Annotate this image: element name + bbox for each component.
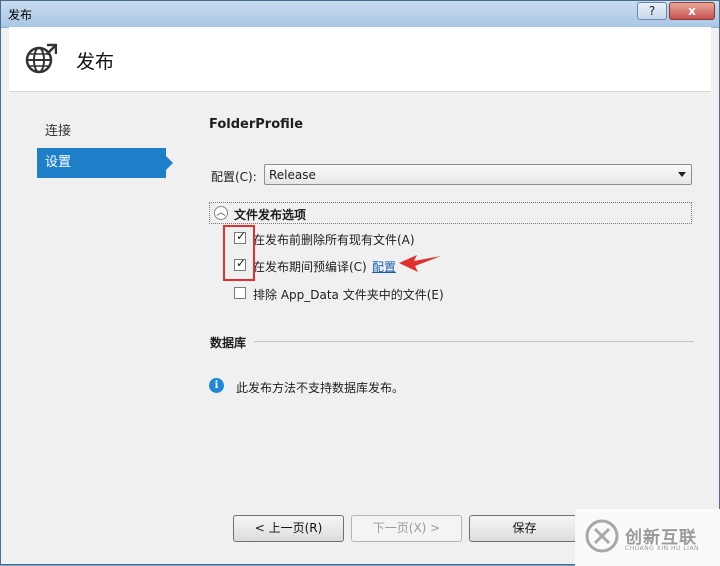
- option-label: 在发布期间预编译(C): [253, 260, 367, 274]
- header-title: 发布: [76, 51, 115, 73]
- watermark: 创新互联 CHUANG XIN HU LIAN: [575, 509, 720, 566]
- close-button[interactable]: x: [669, 2, 715, 20]
- configure-link[interactable]: 配置: [372, 258, 396, 275]
- annotation-arrow-icon: [399, 255, 441, 272]
- database-info-text: 此发布方法不支持数据库发布。: [236, 381, 405, 395]
- publish-dialog: 发布 ? x 发布 连接 设置 FolderProfile 配置(C): Rel…: [0, 0, 720, 566]
- wizard-nav: 连接 设置: [37, 117, 177, 179]
- database-section-title: 数据库: [210, 336, 247, 350]
- watermark-subtitle: CHUANG XIN HU LIAN: [625, 545, 700, 552]
- title-bar: 发布 ? x: [1, 1, 719, 28]
- dialog-header: 发布: [9, 27, 711, 92]
- config-label: 配置(C):: [211, 170, 257, 184]
- help-button[interactable]: ?: [637, 2, 667, 20]
- divider: [254, 341, 694, 342]
- nav-item-connection[interactable]: 连接: [37, 117, 177, 147]
- next-button[interactable]: 下一页(X) >: [351, 515, 462, 542]
- watermark-logo-icon: [585, 519, 619, 553]
- nav-item-settings[interactable]: 设置: [37, 148, 173, 178]
- profile-name: FolderProfile: [209, 117, 304, 132]
- config-select-value: Release: [269, 168, 316, 182]
- info-icon: i: [209, 378, 224, 393]
- annotation-highlight-box: [223, 225, 255, 281]
- section-title: 文件发布选项: [234, 208, 307, 222]
- collapse-icon[interactable]: ︿: [214, 206, 228, 220]
- window-title: 发布: [8, 8, 33, 22]
- globe-publish-icon: [25, 43, 57, 74]
- checkbox-exclude-app-data[interactable]: [234, 287, 246, 299]
- save-button[interactable]: 保存: [469, 515, 580, 542]
- option-label: 在发布前删除所有现有文件(A): [253, 233, 415, 247]
- config-select[interactable]: Release: [264, 164, 692, 185]
- chevron-down-icon: [678, 172, 686, 177]
- file-publish-options-header[interactable]: ︿ 文件发布选项: [209, 202, 692, 224]
- previous-button[interactable]: < 上一页(R): [233, 515, 344, 542]
- option-label: 排除 App_Data 文件夹中的文件(E): [253, 288, 444, 302]
